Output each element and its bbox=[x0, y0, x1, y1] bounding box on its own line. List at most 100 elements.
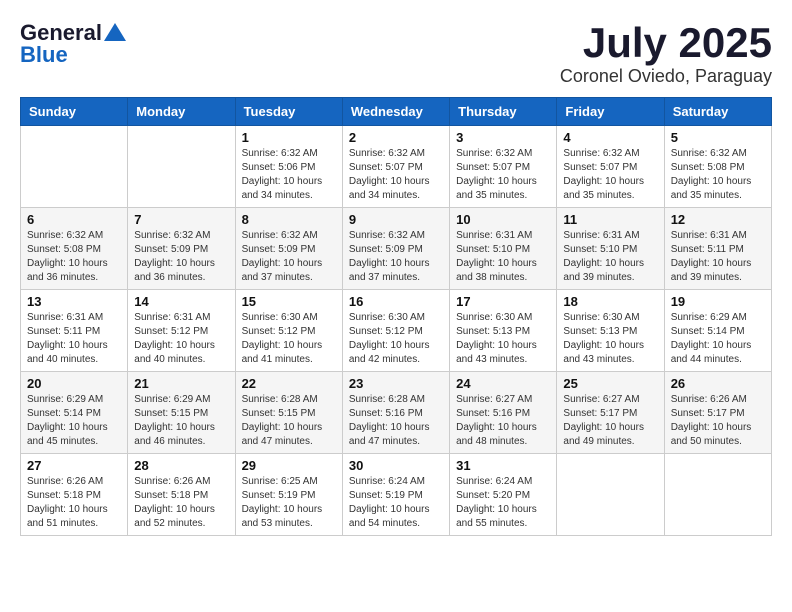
day-number: 29 bbox=[242, 458, 336, 473]
day-number: 24 bbox=[456, 376, 550, 391]
day-info: Sunrise: 6:31 AM Sunset: 5:11 PM Dayligh… bbox=[671, 229, 765, 285]
calendar-cell: 16 Sunrise: 6:30 AM Sunset: 5:12 PM Dayli… bbox=[342, 290, 449, 372]
day-number: 4 bbox=[563, 130, 657, 145]
day-number: 23 bbox=[349, 376, 443, 391]
day-info: Sunrise: 6:32 AM Sunset: 5:08 PM Dayligh… bbox=[671, 147, 765, 203]
weekday-header-monday: Monday bbox=[128, 98, 235, 126]
weekday-header-friday: Friday bbox=[557, 98, 664, 126]
day-info: Sunrise: 6:25 AM Sunset: 5:19 PM Dayligh… bbox=[242, 475, 336, 531]
day-info: Sunrise: 6:26 AM Sunset: 5:18 PM Dayligh… bbox=[27, 475, 121, 531]
day-number: 15 bbox=[242, 294, 336, 309]
day-number: 22 bbox=[242, 376, 336, 391]
day-info: Sunrise: 6:31 AM Sunset: 5:10 PM Dayligh… bbox=[456, 229, 550, 285]
calendar-cell: 20Sunrise: 6:29 AM Sunset: 5:14 PM Dayli… bbox=[21, 372, 128, 454]
day-number: 5 bbox=[671, 130, 765, 145]
day-info: Sunrise: 6:32 AM Sunset: 5:06 PM Dayligh… bbox=[242, 147, 336, 203]
day-number: 27 bbox=[27, 458, 121, 473]
weekday-header-tuesday: Tuesday bbox=[235, 98, 342, 126]
weekday-header-wednesday: Wednesday bbox=[342, 98, 449, 126]
calendar-cell: 18Sunrise: 6:30 AM Sunset: 5:13 PM Dayli… bbox=[557, 290, 664, 372]
day-info: Sunrise: 6:24 AM Sunset: 5:20 PM Dayligh… bbox=[456, 475, 550, 531]
day-number: 16 bbox=[349, 294, 443, 309]
calendar-cell: 22 Sunrise: 6:28 AM Sunset: 5:15 PM Dayli… bbox=[235, 372, 342, 454]
day-number: 31 bbox=[456, 458, 550, 473]
day-info: Sunrise: 6:32 AM Sunset: 5:07 PM Dayligh… bbox=[563, 147, 657, 203]
day-info: Sunrise: 6:29 AM Sunset: 5:14 PM Dayligh… bbox=[671, 311, 765, 367]
calendar-cell: 4 Sunrise: 6:32 AM Sunset: 5:07 PM Daylig… bbox=[557, 126, 664, 208]
weekday-header-sunday: Sunday bbox=[21, 98, 128, 126]
calendar-cell: 2 Sunrise: 6:32 AM Sunset: 5:07 PM Daylig… bbox=[342, 126, 449, 208]
calendar-cell: 19 Sunrise: 6:29 AM Sunset: 5:14 PM Dayli… bbox=[664, 290, 771, 372]
weekday-header-row: SundayMondayTuesdayWednesdayThursdayFrid… bbox=[21, 98, 772, 126]
day-info: Sunrise: 6:31 AM Sunset: 5:11 PM Dayligh… bbox=[27, 311, 121, 367]
calendar-cell: 15 Sunrise: 6:30 AM Sunset: 5:12 PM Dayli… bbox=[235, 290, 342, 372]
day-info: Sunrise: 6:29 AM Sunset: 5:14 PM Dayligh… bbox=[27, 393, 121, 449]
day-info: Sunrise: 6:32 AM Sunset: 5:08 PM Dayligh… bbox=[27, 229, 121, 285]
page-header: General Blue July 2025 Coronel Oviedo, P… bbox=[20, 20, 772, 87]
day-info: Sunrise: 6:28 AM Sunset: 5:16 PM Dayligh… bbox=[349, 393, 443, 449]
calendar-cell bbox=[21, 126, 128, 208]
day-info: Sunrise: 6:29 AM Sunset: 5:15 PM Dayligh… bbox=[134, 393, 228, 449]
calendar-week-row: 6 Sunrise: 6:32 AM Sunset: 5:08 PM Daylig… bbox=[21, 208, 772, 290]
day-info: Sunrise: 6:32 AM Sunset: 5:09 PM Dayligh… bbox=[242, 229, 336, 285]
day-number: 17 bbox=[456, 294, 550, 309]
calendar-cell: 13 Sunrise: 6:31 AM Sunset: 5:11 PM Dayli… bbox=[21, 290, 128, 372]
title-area: July 2025 Coronel Oviedo, Paraguay bbox=[560, 20, 772, 87]
calendar-cell: 25 Sunrise: 6:27 AM Sunset: 5:17 PM Dayli… bbox=[557, 372, 664, 454]
calendar-cell bbox=[664, 454, 771, 536]
day-info: Sunrise: 6:26 AM Sunset: 5:18 PM Dayligh… bbox=[134, 475, 228, 531]
day-info: Sunrise: 6:32 AM Sunset: 5:07 PM Dayligh… bbox=[349, 147, 443, 203]
day-number: 19 bbox=[671, 294, 765, 309]
calendar-week-row: 20Sunrise: 6:29 AM Sunset: 5:14 PM Dayli… bbox=[21, 372, 772, 454]
day-info: Sunrise: 6:30 AM Sunset: 5:12 PM Dayligh… bbox=[349, 311, 443, 367]
day-info: Sunrise: 6:30 AM Sunset: 5:12 PM Dayligh… bbox=[242, 311, 336, 367]
calendar-cell bbox=[128, 126, 235, 208]
location-title: Coronel Oviedo, Paraguay bbox=[560, 66, 772, 87]
calendar-table: SundayMondayTuesdayWednesdayThursdayFrid… bbox=[20, 97, 772, 536]
day-number: 2 bbox=[349, 130, 443, 145]
day-number: 7 bbox=[134, 212, 228, 227]
calendar-cell: 6 Sunrise: 6:32 AM Sunset: 5:08 PM Daylig… bbox=[21, 208, 128, 290]
calendar-week-row: 27 Sunrise: 6:26 AM Sunset: 5:18 PM Dayli… bbox=[21, 454, 772, 536]
day-number: 13 bbox=[27, 294, 121, 309]
calendar-week-row: 1 Sunrise: 6:32 AM Sunset: 5:06 PM Daylig… bbox=[21, 126, 772, 208]
day-number: 25 bbox=[563, 376, 657, 391]
logo: General Blue bbox=[20, 20, 126, 68]
day-number: 26 bbox=[671, 376, 765, 391]
day-info: Sunrise: 6:24 AM Sunset: 5:19 PM Dayligh… bbox=[349, 475, 443, 531]
day-info: Sunrise: 6:27 AM Sunset: 5:17 PM Dayligh… bbox=[563, 393, 657, 449]
day-info: Sunrise: 6:31 AM Sunset: 5:12 PM Dayligh… bbox=[134, 311, 228, 367]
calendar-cell: 30Sunrise: 6:24 AM Sunset: 5:19 PM Dayli… bbox=[342, 454, 449, 536]
calendar-cell: 29 Sunrise: 6:25 AM Sunset: 5:19 PM Dayli… bbox=[235, 454, 342, 536]
day-number: 1 bbox=[242, 130, 336, 145]
logo-blue: Blue bbox=[20, 42, 68, 68]
calendar-cell: 27 Sunrise: 6:26 AM Sunset: 5:18 PM Dayli… bbox=[21, 454, 128, 536]
weekday-header-thursday: Thursday bbox=[450, 98, 557, 126]
day-number: 21 bbox=[134, 376, 228, 391]
calendar-cell: 17Sunrise: 6:30 AM Sunset: 5:13 PM Dayli… bbox=[450, 290, 557, 372]
calendar-cell: 12 Sunrise: 6:31 AM Sunset: 5:11 PM Dayli… bbox=[664, 208, 771, 290]
day-info: Sunrise: 6:28 AM Sunset: 5:15 PM Dayligh… bbox=[242, 393, 336, 449]
calendar-cell: 10Sunrise: 6:31 AM Sunset: 5:10 PM Dayli… bbox=[450, 208, 557, 290]
day-number: 12 bbox=[671, 212, 765, 227]
day-info: Sunrise: 6:32 AM Sunset: 5:09 PM Dayligh… bbox=[349, 229, 443, 285]
day-number: 9 bbox=[349, 212, 443, 227]
calendar-cell: 3Sunrise: 6:32 AM Sunset: 5:07 PM Daylig… bbox=[450, 126, 557, 208]
weekday-header-saturday: Saturday bbox=[664, 98, 771, 126]
day-info: Sunrise: 6:27 AM Sunset: 5:16 PM Dayligh… bbox=[456, 393, 550, 449]
calendar-cell: 5 Sunrise: 6:32 AM Sunset: 5:08 PM Daylig… bbox=[664, 126, 771, 208]
logo-icon bbox=[104, 21, 126, 43]
day-number: 6 bbox=[27, 212, 121, 227]
calendar-cell: 1 Sunrise: 6:32 AM Sunset: 5:06 PM Daylig… bbox=[235, 126, 342, 208]
day-number: 8 bbox=[242, 212, 336, 227]
day-number: 11 bbox=[563, 212, 657, 227]
calendar-cell bbox=[557, 454, 664, 536]
day-info: Sunrise: 6:30 AM Sunset: 5:13 PM Dayligh… bbox=[563, 311, 657, 367]
calendar-cell: 21 Sunrise: 6:29 AM Sunset: 5:15 PM Dayli… bbox=[128, 372, 235, 454]
calendar-cell: 24 Sunrise: 6:27 AM Sunset: 5:16 PM Dayli… bbox=[450, 372, 557, 454]
day-info: Sunrise: 6:32 AM Sunset: 5:07 PM Dayligh… bbox=[456, 147, 550, 203]
day-info: Sunrise: 6:26 AM Sunset: 5:17 PM Dayligh… bbox=[671, 393, 765, 449]
calendar-cell: 23 Sunrise: 6:28 AM Sunset: 5:16 PM Dayli… bbox=[342, 372, 449, 454]
day-number: 14 bbox=[134, 294, 228, 309]
calendar-cell: 7Sunrise: 6:32 AM Sunset: 5:09 PM Daylig… bbox=[128, 208, 235, 290]
